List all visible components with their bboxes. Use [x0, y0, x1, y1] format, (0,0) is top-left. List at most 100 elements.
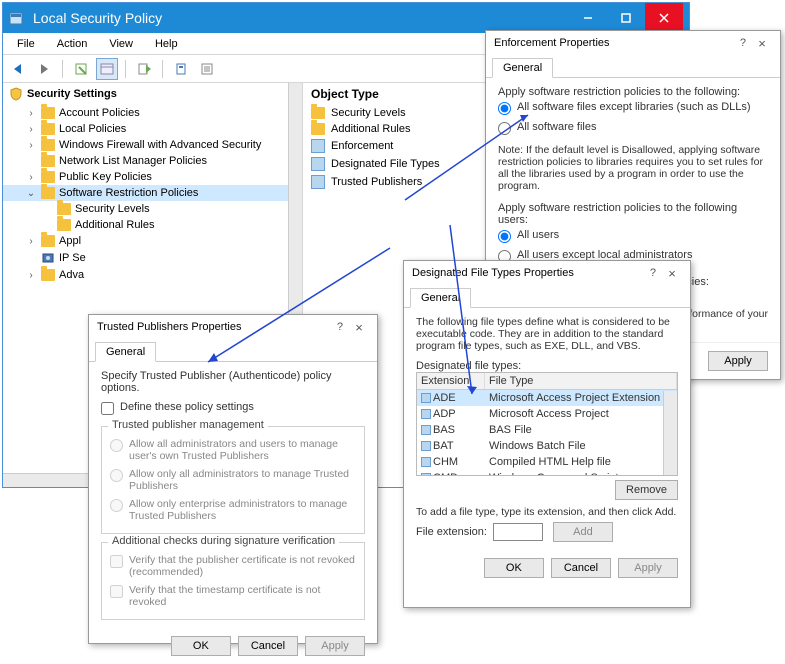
back-button[interactable]: [7, 58, 29, 80]
verify-publisher-checkbox: [110, 555, 123, 568]
cancel-button[interactable]: Cancel: [551, 558, 611, 578]
remove-button[interactable]: Remove: [615, 480, 678, 500]
tab-general[interactable]: General: [492, 58, 553, 78]
help-icon[interactable]: ?: [650, 267, 656, 279]
help-icon[interactable]: ?: [740, 37, 746, 49]
col-filetype[interactable]: File Type: [485, 373, 677, 389]
help-icon[interactable]: ?: [337, 321, 343, 333]
expand-icon[interactable]: ›: [25, 124, 37, 135]
tree-item[interactable]: › Public Key Policies: [3, 169, 302, 185]
group-title: Additional checks during signature verif…: [108, 535, 339, 547]
tree-item[interactable]: › Appl: [3, 233, 302, 249]
checkbox-label: Verify that the timestamp certificate is…: [129, 584, 356, 608]
define-settings-checkbox[interactable]: [101, 402, 114, 415]
policy-icon: [311, 175, 325, 189]
expand-icon[interactable]: ⌄: [25, 188, 37, 199]
apply-button[interactable]: Apply: [618, 558, 678, 578]
minimize-button[interactable]: [569, 3, 607, 33]
close-button[interactable]: [645, 3, 683, 33]
tree-item-label: Appl: [59, 235, 81, 247]
tree-item-label: Adva: [59, 269, 84, 281]
policy-icon: [41, 251, 55, 265]
ok-button[interactable]: OK: [484, 558, 544, 578]
expand-icon[interactable]: ›: [25, 108, 37, 119]
tree-item[interactable]: ⌄Software Restriction Policies: [3, 185, 302, 201]
close-icon[interactable]: ×: [662, 266, 682, 281]
verify-timestamp-checkbox: [110, 585, 123, 598]
table-row[interactable]: CMDWindows Command Script: [417, 470, 677, 476]
dialog-title: Trusted Publishers Properties: [97, 321, 242, 333]
col-extension[interactable]: Extension: [417, 373, 485, 389]
intro-text: Specify Trusted Publisher (Authenticode)…: [101, 370, 365, 394]
extension-cell: ADP: [433, 408, 456, 420]
filetype-cell: Compiled HTML Help file: [485, 455, 677, 469]
tree-item-label: Account Policies: [59, 107, 140, 119]
expand-icon[interactable]: ›: [25, 270, 37, 281]
file-icon: [421, 393, 431, 403]
radio-all-users[interactable]: [498, 230, 511, 243]
filetype-cell: Windows Batch File: [485, 439, 677, 453]
file-extension-input[interactable]: [493, 523, 543, 541]
radio-all-files-except-libraries[interactable]: [498, 102, 511, 115]
close-icon[interactable]: ×: [349, 320, 369, 335]
menu-view[interactable]: View: [99, 36, 143, 52]
trusted-publishers-dialog: Trusted Publishers Properties ? × Genera…: [88, 314, 378, 644]
table-row[interactable]: CHM Compiled HTML Help file: [417, 454, 677, 470]
expand-icon[interactable]: ›: [25, 236, 37, 247]
tab-general[interactable]: General: [95, 342, 156, 362]
extension-cell: BAT: [433, 440, 454, 452]
tree-item[interactable]: Security Levels: [3, 201, 302, 217]
tree-item[interactable]: Network List Manager Policies: [3, 153, 302, 169]
folder-icon: [57, 219, 71, 231]
folder-icon: [41, 269, 55, 281]
extension-cell: BAS: [433, 424, 455, 436]
toolbar-action-icon[interactable]: [70, 58, 92, 80]
folder-icon: [41, 123, 55, 135]
policy-icon: [311, 139, 325, 153]
toolbar-export-icon[interactable]: [133, 58, 155, 80]
toolbar-view-icon[interactable]: [96, 58, 118, 80]
menu-action[interactable]: Action: [47, 36, 98, 52]
ok-button[interactable]: OK: [171, 636, 231, 656]
radio-only-admins: [110, 469, 123, 482]
folder-icon: [41, 139, 55, 151]
toolbar-refresh-icon[interactable]: [170, 58, 192, 80]
extension-cell: CHM: [433, 456, 458, 468]
shield-icon: [9, 87, 23, 101]
radio-all-software-files[interactable]: [498, 122, 511, 135]
toolbar-list-icon[interactable]: [196, 58, 218, 80]
list-item-label: Additional Rules: [331, 123, 411, 135]
tree-item-label: Windows Firewall with Advanced Security: [59, 139, 261, 151]
tree-item[interactable]: › Adva: [3, 267, 302, 283]
tree-item[interactable]: › Account Policies: [3, 105, 302, 121]
expand-icon[interactable]: ›: [25, 140, 37, 151]
tree-item[interactable]: ›Local Policies: [3, 121, 302, 137]
file-icon: [421, 441, 431, 451]
app-icon: [9, 10, 25, 26]
forward-button[interactable]: [33, 58, 55, 80]
maximize-button[interactable]: [607, 3, 645, 33]
tab-general[interactable]: General: [410, 288, 471, 308]
menu-file[interactable]: File: [7, 36, 45, 52]
dialog-title: Designated File Types Properties: [412, 267, 574, 279]
tree-item[interactable]: Additional Rules: [3, 217, 302, 233]
table-row[interactable]: ADEMicrosoft Access Project Extension: [417, 390, 677, 406]
radio-label: Allow only all administrators to manage …: [129, 468, 356, 492]
file-types-table[interactable]: Extension File Type ADEMicrosoft Access …: [416, 372, 678, 476]
tree-item[interactable]: › Windows Firewall with Advanced Security: [3, 137, 302, 153]
table-row[interactable]: ADPMicrosoft Access Project: [417, 406, 677, 422]
tree-item[interactable]: IP Se: [3, 249, 302, 267]
tree-item-label: Public Key Policies: [59, 171, 152, 183]
add-button[interactable]: Add: [553, 522, 613, 542]
titlebar[interactable]: Local Security Policy: [3, 3, 689, 33]
table-scrollbar[interactable]: [663, 391, 677, 475]
expand-icon[interactable]: ›: [25, 172, 37, 183]
close-icon[interactable]: ×: [752, 36, 772, 51]
table-row[interactable]: BASBAS File: [417, 422, 677, 438]
apply-button[interactable]: Apply: [305, 636, 365, 656]
apply-button[interactable]: Apply: [708, 351, 768, 371]
extension-cell: ADE: [433, 392, 456, 404]
menu-help[interactable]: Help: [145, 36, 188, 52]
cancel-button[interactable]: Cancel: [238, 636, 298, 656]
table-row[interactable]: BAT Windows Batch File: [417, 438, 677, 454]
